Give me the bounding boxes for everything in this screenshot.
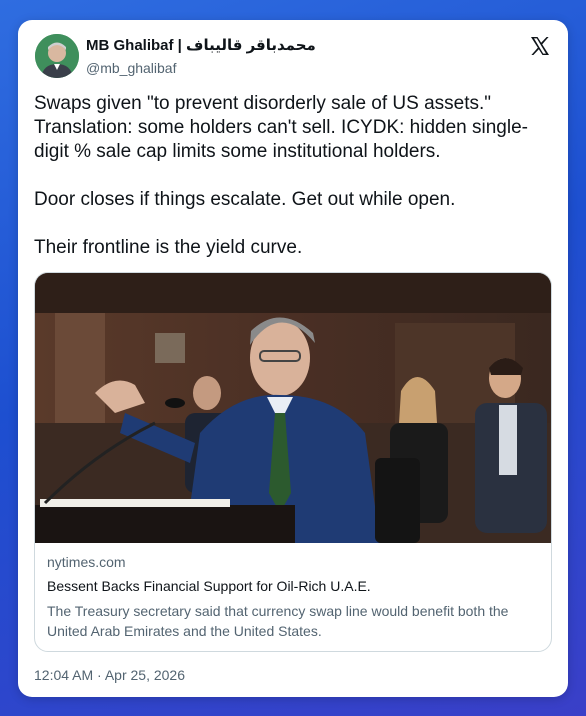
tweet-paragraph: Their frontline is the yield curve.	[34, 237, 303, 258]
tweet-paragraph: Swaps given "to prevent disorderly sale …	[34, 93, 528, 162]
author-display-name[interactable]: MB Ghalibaf | محمدباقر قالیباف	[86, 36, 316, 54]
tweet-timestamp[interactable]: 12:04 AM · Apr 25, 2026	[34, 667, 185, 683]
link-preview-card[interactable]: nytimes.com Bessent Backs Financial Supp…	[34, 272, 552, 652]
link-description: The Treasury secretary said that currenc…	[47, 603, 509, 639]
author-name-row[interactable]: MB Ghalibaf | محمدباقر قالیباف	[86, 36, 316, 54]
x-logo-icon[interactable]	[528, 34, 552, 58]
avatar[interactable]	[35, 34, 79, 78]
link-domain: nytimes.com	[47, 554, 126, 570]
author-handle[interactable]: @mb_ghalibaf	[86, 60, 177, 76]
tweet-paragraph: Door closes if things escalate. Get out …	[34, 189, 456, 210]
article-photo[interactable]	[35, 273, 551, 543]
link-meta: nytimes.com Bessent Backs Financial Supp…	[47, 553, 539, 641]
link-title: Bessent Backs Financial Support for Oil-…	[47, 578, 371, 594]
avatar-photo-icon	[35, 34, 79, 78]
tweet-card: MB Ghalibaf | محمدباقر قالیباف @mb_ghali…	[18, 20, 568, 697]
tweet-text: Swaps given "to prevent disorderly sale …	[34, 92, 554, 260]
